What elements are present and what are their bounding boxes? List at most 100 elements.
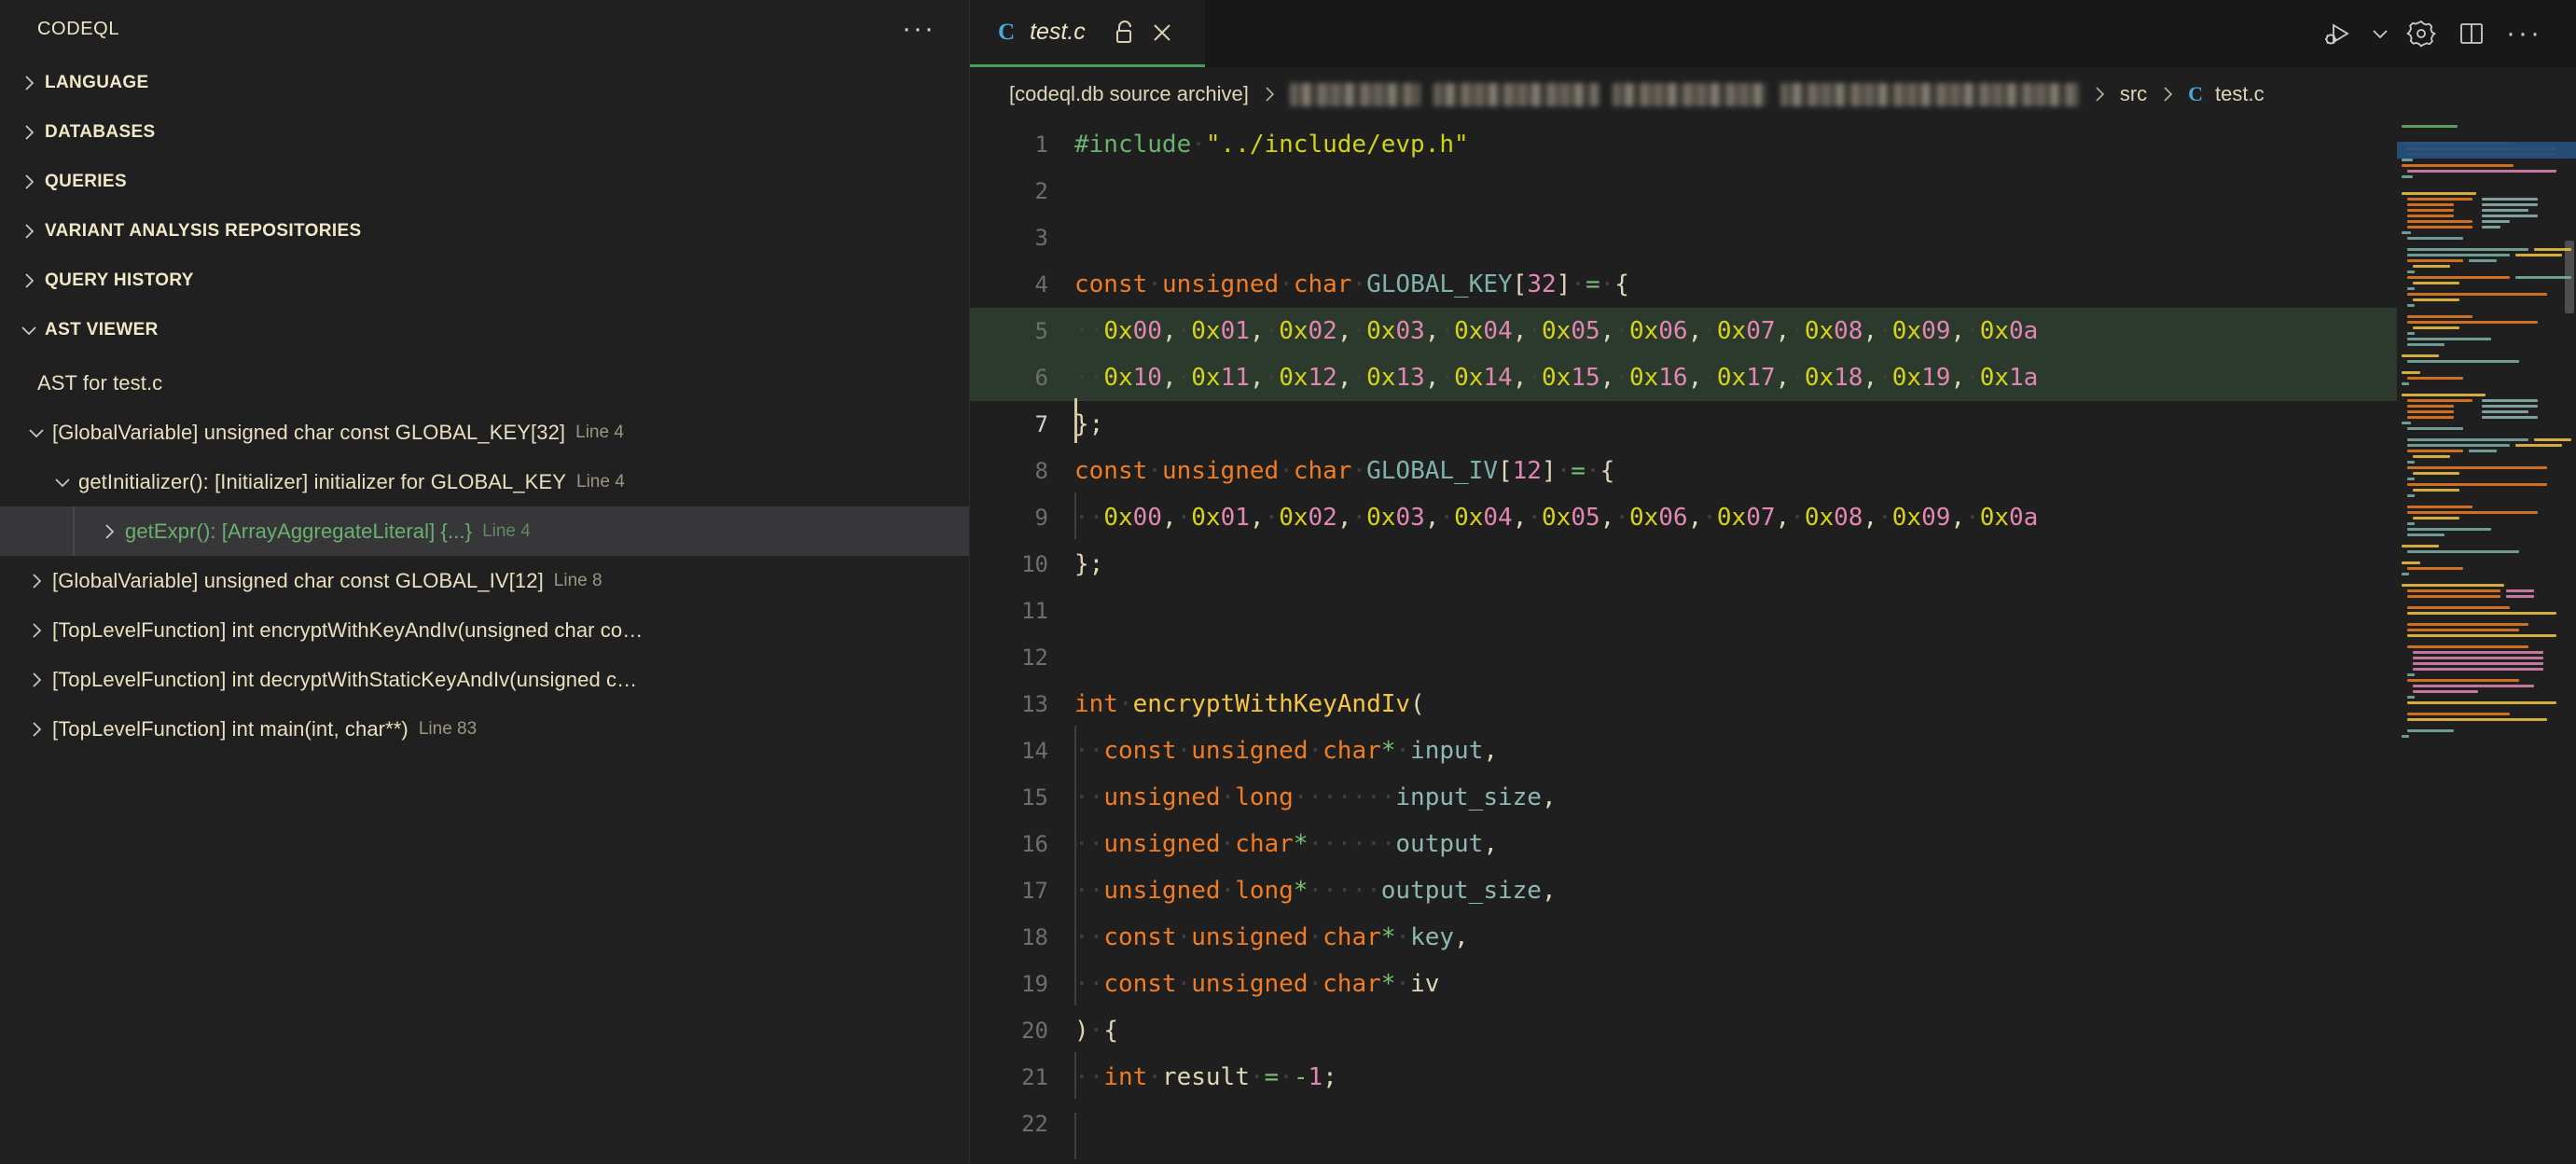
code-line[interactable]: 20)·{ [970,1007,2397,1054]
minimap-row [2397,349,2576,353]
ast-tree-row[interactable]: [TopLevelFunction] int encryptWithKeyAnd… [0,605,969,655]
code-line[interactable]: 10}; [970,541,2397,588]
ast-tree-row[interactable]: [GlobalVariable] unsigned char const GLO… [0,556,969,605]
ast-tree-row[interactable]: [TopLevelFunction] int decryptWithStatic… [0,655,969,704]
breadcrumb-root[interactable]: [codeql.db source archive] [1009,82,1249,106]
code-line[interactable]: 6 ··0x10,·0x11,·0x12,·0x13,·0x14,·0x15,·0… [970,354,2397,401]
sidebar-more-actions-icon[interactable]: ··· [891,13,947,45]
ast-tree-row[interactable]: [TopLevelFunction] int main(int, char**)… [0,704,969,754]
code-text[interactable]: #include·"../include/evp.h" [1074,131,2397,159]
run-and-debug-icon[interactable] [2314,8,2364,59]
minimap[interactable] [2397,121,2576,1164]
breadcrumb-redacted-segment[interactable] [1612,82,1767,106]
code-text[interactable]: ··0x00,·0x01,·0x02,·0x03,·0x04,·0x05,·0x… [1074,317,2397,345]
chevron-right-icon[interactable] [93,520,125,543]
code-text[interactable]: ··const·unsigned·char*·key, [1074,912,2397,959]
lock-icon[interactable] [1106,14,1143,51]
minimap-segment [2407,248,2528,251]
code-line[interactable]: 18 ··const·unsigned·char*·key, [970,912,2397,961]
code-line[interactable]: 19 ··const·unsigned·char*·iv [970,959,2397,1007]
breadcrumb-file[interactable]: test.c [2215,82,2264,106]
chevron-right-icon[interactable] [13,121,45,144]
code-line[interactable]: 13 int·encryptWithKeyAndIv( [970,681,2397,728]
minimap-row [2397,136,2576,141]
code-token: · [1147,1063,1162,1091]
code-line[interactable]: 9 ··0x00,·0x01,·0x02,·0x03,·0x04,·0x05,·0… [970,492,2397,541]
breadcrumb: [codeql.db source archive] src Ctest.c [970,67,2576,121]
sidebar-section-label: LANGUAGE [45,72,149,92]
code-line[interactable]: 15 ··unsigned·long·······input_size, [970,772,2397,821]
code-line[interactable]: 12 [970,634,2397,681]
code-text[interactable]: )·{ [1074,1017,2397,1045]
sidebar-section-language[interactable]: LANGUAGE [0,58,969,107]
chevron-down-icon[interactable] [21,422,52,444]
ast-tree-row[interactable]: getExpr(): [ArrayAggregateLiteral] {...}… [0,506,969,556]
close-icon[interactable] [1143,14,1181,51]
minimap-row [2397,455,2576,460]
tab-test-c[interactable]: C test.c [970,0,1205,67]
chevron-down-icon[interactable] [47,471,78,493]
sidebar-section-query-history[interactable]: QUERY HISTORY [0,256,969,305]
chevron-down-icon[interactable] [2364,8,2396,59]
breadcrumb-src[interactable]: src [2120,82,2147,106]
minimap-gap [2511,254,2514,256]
code-text[interactable]: int·encryptWithKeyAndIv( [1074,690,2397,718]
code-text[interactable]: const·unsigned·char·GLOBAL_KEY[32]·=·{ [1074,270,2397,298]
code-line[interactable]: 17 ··unsigned·long*·····output_size, [970,866,2397,914]
code-line[interactable]: 22 [970,1101,2397,1159]
chevron-right-icon[interactable] [21,619,52,642]
code-lines[interactable]: 1 #include·"../include/evp.h" 2 3 4 const·uns… [970,121,2397,1164]
chevron-right-icon[interactable] [21,669,52,691]
minimap-gap [2401,645,2406,648]
code-token: ·· [1074,783,1104,811]
split-editor-icon[interactable] [2446,8,2497,59]
code-text[interactable]: }; [1074,550,2397,578]
code-text[interactable]: }; [1074,398,2397,443]
ast-tree-row[interactable]: getInitializer(): [Initializer] initiali… [0,457,969,506]
code-line[interactable]: 14 ··const·unsigned·char*·input, [970,726,2397,774]
code-line[interactable]: 8 const·unsigned·char·GLOBAL_IV[12]·=·{ [970,448,2397,494]
chevron-right-icon[interactable] [13,270,45,292]
breadcrumb-redacted-segment[interactable] [1433,82,1600,106]
code-line[interactable]: 2 [970,168,2397,215]
code-line[interactable]: 21 ··int·result·=·-1; [970,1052,2397,1101]
code-text[interactable]: ··0x10,·0x11,·0x12,·0x13,·0x14,·0x15,·0x… [1074,364,2397,392]
chevron-right-icon[interactable] [13,72,45,94]
code-editor[interactable]: 1 #include·"../include/evp.h" 2 3 4 const·uns… [970,121,2576,1164]
sidebar-section-queries[interactable]: QUERIES [0,157,969,206]
code-text[interactable]: const·unsigned·char·GLOBAL_IV[12]·=·{ [1074,457,2397,485]
editor-more-actions-icon[interactable]: ··· [2497,8,2552,59]
code-line[interactable]: 5 ··0x00,·0x01,·0x02,·0x03,·0x04,·0x05,·0… [970,308,2397,354]
line-number: 10 [1021,551,1048,577]
chevron-right-icon[interactable] [13,171,45,193]
sidebar-section-variant-analysis-repositories[interactable]: VARIANT ANALYSIS REPOSITORIES [0,206,969,256]
ast-tree-row[interactable]: AST for test.c [0,358,969,408]
ast-tree-label: [GlobalVariable] unsigned char const GLO… [52,568,544,592]
chevron-right-icon[interactable] [21,570,52,592]
gear-icon[interactable] [2396,8,2446,59]
chevron-down-icon[interactable] [13,319,45,341]
code-line[interactable]: 1 #include·"../include/evp.h" [970,121,2397,168]
code-text[interactable]: ··unsigned·long·······input_size, [1074,772,2397,819]
code-line[interactable]: 7}; [970,398,2397,448]
sidebar-section-ast-viewer[interactable]: AST VIEWER [0,305,969,354]
code-line[interactable]: 16 ··unsigned·char*······output, [970,819,2397,867]
minimap-segment [2413,455,2450,458]
code-text[interactable]: ··const·unsigned·char*·iv [1074,959,2397,1005]
ast-tree-row[interactable]: [GlobalVariable] unsigned char const GLO… [0,408,969,457]
breadcrumb-redacted-segment[interactable] [1289,82,1420,106]
breadcrumb-redacted-segment[interactable] [1780,82,2079,106]
code-line[interactable]: 11 [970,588,2397,634]
code-text[interactable]: ··int·result·=·-1; [1074,1052,2397,1099]
code-line[interactable]: 3 [970,215,2397,261]
code-text[interactable]: ··const·unsigned·char*·input, [1074,726,2397,772]
code-text[interactable]: ··unsigned·char*······output, [1074,819,2397,866]
chevron-right-icon[interactable] [21,718,52,741]
code-token: , [1336,364,1352,392]
chevron-right-icon[interactable] [13,220,45,242]
code-text[interactable]: ··unsigned·long*·····output_size, [1074,866,2397,912]
sidebar-section-databases[interactable]: DATABASES [0,107,969,157]
code-line[interactable]: 4 const·unsigned·char·GLOBAL_KEY[32]·=·{ [970,261,2397,308]
minimap-segment [2482,416,2538,419]
code-text[interactable]: ··0x00,·0x01,·0x02,·0x03,·0x04,·0x05,·0x… [1074,492,2397,539]
